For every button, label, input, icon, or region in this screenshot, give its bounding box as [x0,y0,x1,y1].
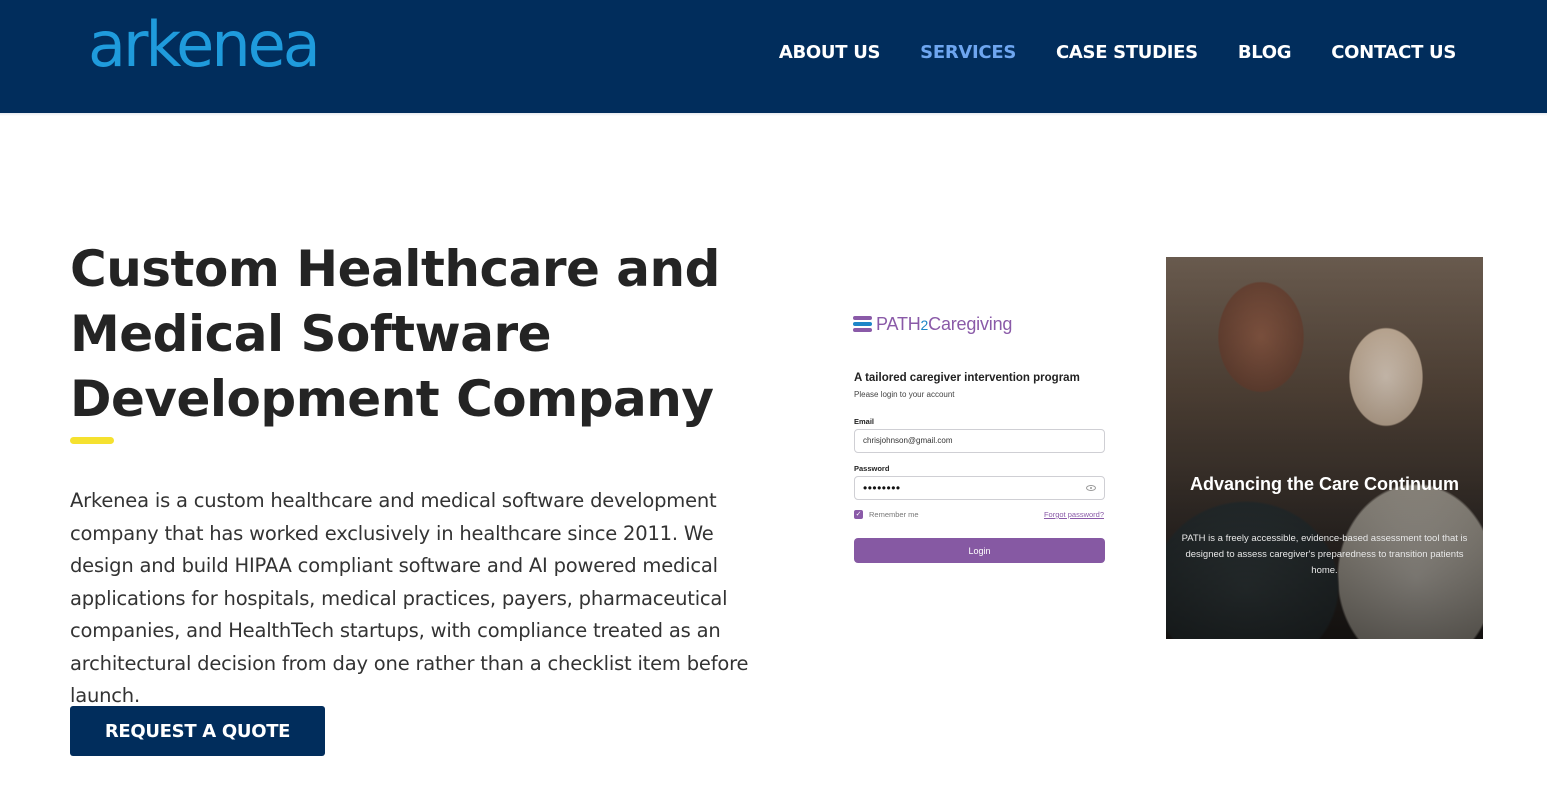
path2caregiving-logo-icon [853,316,872,333]
password-field: •••••••• [854,476,1105,500]
password-mask: •••••••• [863,481,901,495]
nav-contact-us[interactable]: CONTACT US [1331,42,1456,63]
remember-me-label: Remember me [869,510,919,519]
password-label: Password [854,464,890,473]
login-button: Login [854,538,1105,563]
eye-icon [1086,485,1096,491]
arkenea-logo[interactable]: arkenea [88,14,321,76]
site-header: arkenea ABOUT US SERVICES CASE STUDIES B… [0,0,1547,113]
photo-card-text: PATH is a freely accessible, evidence-ba… [1181,533,1468,576]
program-subtitle: Please login to your account [854,390,955,399]
email-field: chrisjohnson@gmail.com [854,429,1105,453]
caregiver-photo-card: Advancing the Care Continuum PATH is a f… [1166,257,1483,639]
forgot-password-link: Forgot password? [1043,510,1104,519]
request-quote-button[interactable]: REQUEST A QUOTE [70,706,325,756]
program-title: A tailored caregiver intervention progra… [854,372,1080,384]
nav-services[interactable]: SERVICES [920,42,1016,63]
nav-blog[interactable]: BLOG [1238,42,1292,63]
path2caregiving-login-mockup: PATH2Caregiving A tailored caregiver int… [840,300,1120,600]
brand-name: PATH2Caregiving [876,314,1013,334]
main-nav: ABOUT US SERVICES CASE STUDIES BLOG CONT… [779,42,1456,63]
nav-case-studies[interactable]: CASE STUDIES [1056,42,1198,63]
header-divider [0,113,1547,116]
page-title: Custom Healthcare and Medical Software D… [70,240,720,428]
photo-overlay [1166,257,1483,639]
remember-me: ✓ Remember me [854,510,919,519]
title-accent-bar [70,437,114,444]
photo-card-title: Advancing the Care Continuum [1189,474,1459,494]
checkbox-checked-icon: ✓ [854,510,863,519]
email-label: Email [854,417,875,426]
path2caregiving-brand: PATH2Caregiving [853,314,1012,335]
nav-about-us[interactable]: ABOUT US [779,42,881,63]
hero-description: Arkenea is a custom healthcare and medic… [70,489,749,707]
